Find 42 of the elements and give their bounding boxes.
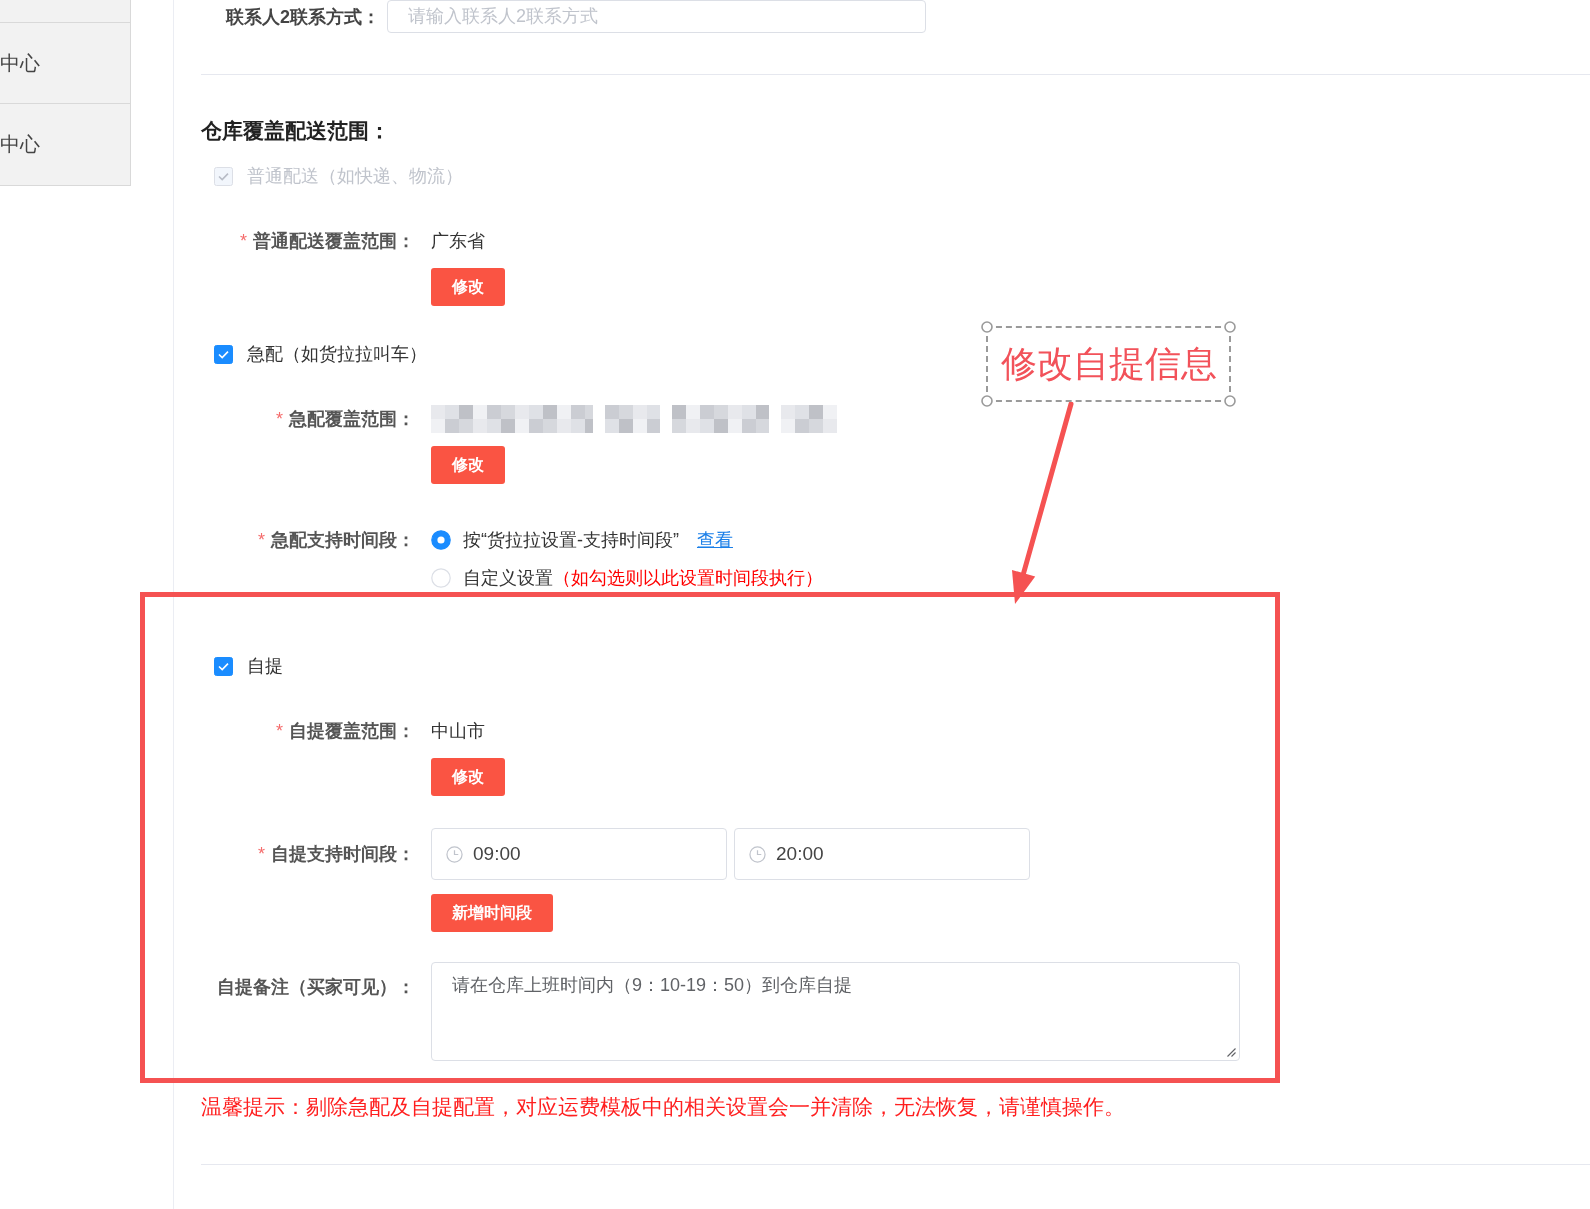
handle-icon — [981, 321, 993, 333]
form-label: 急配覆盖范围： — [289, 409, 415, 429]
form-label: 普通配送覆盖范围： — [253, 231, 415, 251]
note-text: （如勾选则以此设置时间段执行） — [553, 567, 823, 590]
checkbox-label: 自提 — [247, 655, 283, 678]
form-label: 自提覆盖范围： — [289, 721, 415, 741]
annotation-text: 修改自提信息 — [1000, 342, 1217, 386]
radio-label: 自定义设置 — [463, 567, 553, 590]
required-asterisk: * — [276, 409, 283, 429]
time-field[interactable]: 09:00 — [431, 828, 727, 880]
resize-handle-icon[interactable] — [1226, 1047, 1236, 1057]
checkbox[interactable] — [214, 656, 233, 676]
sidebar-item[interactable]: 中心 — [0, 104, 130, 185]
time-field[interactable]: 20:00 — [734, 828, 1030, 880]
add-time-button[interactable]: 新增时间段 — [431, 894, 553, 932]
radio-button[interactable] — [431, 530, 451, 550]
form-label: 联系人2联系方式： — [224, 5, 380, 29]
handle-icon — [981, 395, 993, 407]
checkbox-label: 急配（如货拉拉叫车） — [247, 343, 427, 366]
region-value: 广东省 — [431, 230, 485, 253]
form-label: 自提支持时间段： — [271, 844, 415, 864]
clock-icon — [446, 845, 463, 863]
required-asterisk: * — [258, 844, 265, 864]
form-label: 急配支持时间段： — [271, 530, 415, 550]
sidebar-item[interactable]: 中心 — [0, 23, 130, 104]
edit-button[interactable]: 修改 — [431, 758, 505, 796]
handle-icon — [1224, 395, 1236, 407]
required-asterisk: * — [258, 530, 265, 550]
required-asterisk: * — [240, 231, 247, 251]
view-link[interactable]: 查看 — [697, 528, 733, 552]
region-value: 中山市 — [431, 720, 485, 743]
warning-text: 温馨提示：剔除急配及自提配置，对应运费模板中的相关设置会一并清除，无法恢复，请谨慎操作。 — [201, 1094, 1125, 1120]
section-title: 仓库覆盖配送范围： — [201, 118, 390, 144]
remark-textarea[interactable]: 请在仓库上班时间内（9：10-19：50）到仓库自提 — [431, 962, 1240, 1061]
handle-icon — [1224, 321, 1236, 333]
checkbox[interactable] — [214, 344, 233, 364]
clock-icon — [749, 845, 766, 863]
required-asterisk: * — [276, 721, 283, 741]
form-label: 自提备注（买家可见）： — [217, 977, 415, 997]
checkbox-label: 普通配送（如快递、物流） — [247, 165, 463, 188]
radio-label: 按“货拉拉设置-支持时间段” — [463, 529, 679, 552]
edit-button[interactable]: 修改 — [431, 446, 505, 484]
